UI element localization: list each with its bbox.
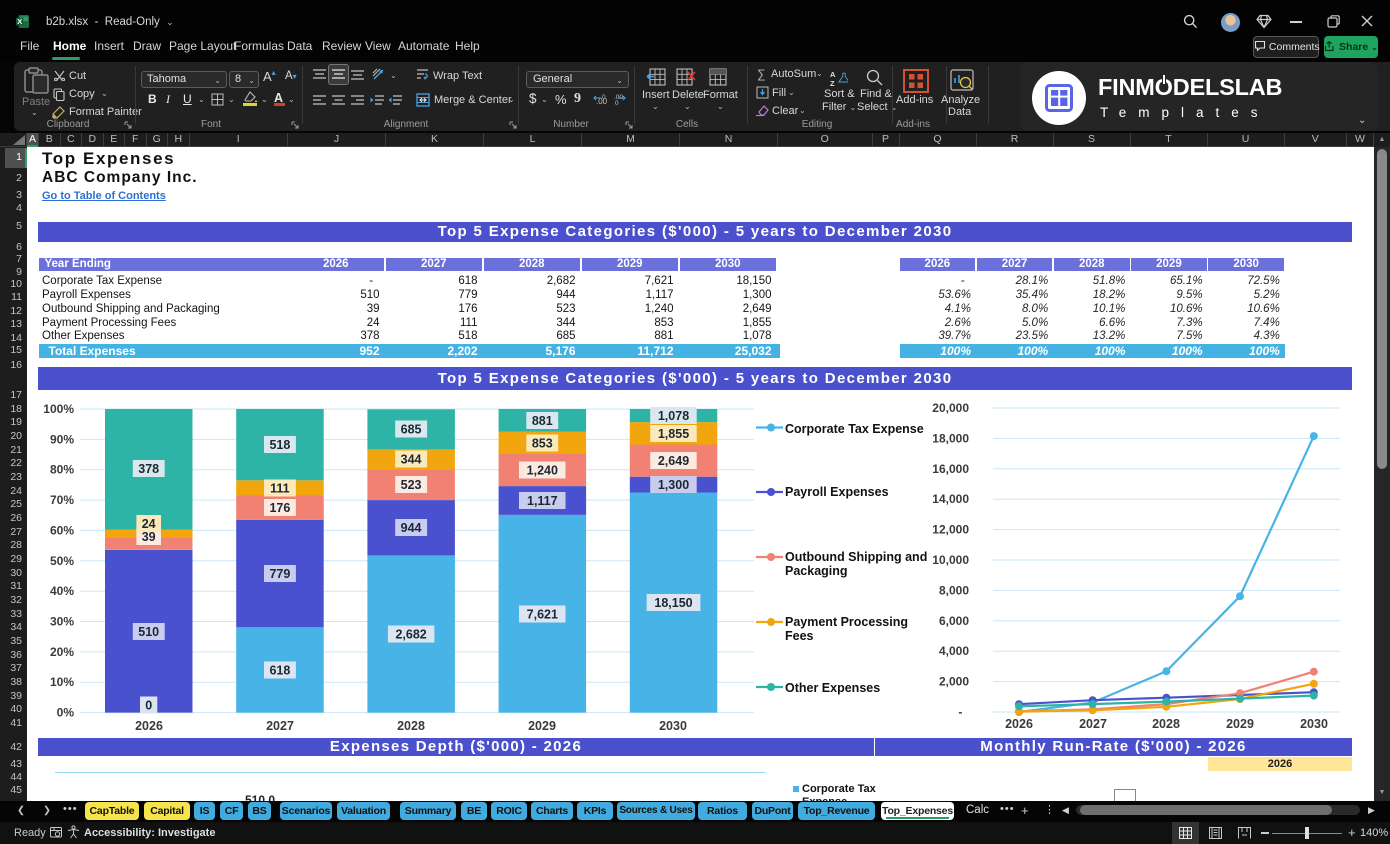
svg-text:111: 111	[270, 482, 290, 496]
svg-text:90%: 90%	[50, 432, 74, 446]
svg-text:1,240: 1,240	[527, 464, 558, 478]
svg-text:50%: 50%	[50, 554, 74, 568]
svg-text:2,649: 2,649	[658, 454, 689, 468]
svg-text:10,000: 10,000	[932, 553, 969, 567]
svg-text:2028: 2028	[397, 719, 425, 733]
svg-text:80%: 80%	[50, 463, 74, 477]
svg-text:853: 853	[532, 437, 553, 451]
svg-text:618: 618	[269, 664, 290, 678]
svg-text:7,621: 7,621	[527, 608, 558, 622]
svg-text:176: 176	[269, 501, 290, 515]
svg-text:20%: 20%	[50, 645, 74, 659]
svg-text:510: 510	[138, 625, 159, 639]
svg-text:0%: 0%	[57, 706, 75, 720]
svg-text:4,000: 4,000	[939, 644, 969, 658]
svg-text:16,000: 16,000	[932, 462, 969, 476]
svg-text:0: 0	[145, 699, 152, 713]
svg-text:2028: 2028	[1152, 717, 1180, 731]
svg-text:1,855: 1,855	[658, 427, 689, 441]
svg-text:2027: 2027	[1079, 717, 1107, 731]
svg-text:779: 779	[269, 567, 290, 581]
svg-text:523: 523	[401, 478, 422, 492]
svg-text:39: 39	[142, 530, 156, 544]
svg-text:18,150: 18,150	[654, 596, 692, 610]
svg-text:2026: 2026	[135, 719, 163, 733]
svg-text:2029: 2029	[528, 719, 556, 733]
svg-text:10%: 10%	[50, 675, 74, 689]
svg-text:344: 344	[401, 453, 422, 467]
svg-text:378: 378	[138, 462, 159, 476]
svg-text:70%: 70%	[50, 493, 74, 507]
svg-text:Z: Z	[830, 79, 835, 87]
svg-text:24: 24	[142, 517, 156, 531]
svg-text:2026: 2026	[1005, 717, 1033, 731]
svg-text:1,078: 1,078	[658, 409, 689, 423]
svg-text:14,000: 14,000	[932, 492, 969, 506]
svg-text:1,117: 1,117	[527, 494, 558, 508]
svg-text:12,000: 12,000	[932, 523, 969, 537]
svg-text:100%: 100%	[43, 402, 74, 416]
svg-text:2,000: 2,000	[939, 675, 969, 689]
svg-text:1,300: 1,300	[658, 478, 689, 492]
svg-text:2,682: 2,682	[395, 628, 426, 642]
svg-text:518: 518	[269, 438, 290, 452]
svg-text:X: X	[17, 17, 22, 26]
svg-text:A: A	[830, 70, 836, 79]
svg-text:2029: 2029	[1226, 717, 1254, 731]
svg-text:-: -	[958, 705, 969, 719]
svg-text:18,000: 18,000	[932, 431, 969, 445]
svg-text:0: 0	[602, 94, 606, 101]
svg-text:30%: 30%	[50, 615, 74, 629]
svg-text:20,000: 20,000	[932, 401, 969, 415]
svg-text:6,000: 6,000	[939, 614, 969, 628]
svg-text:60%: 60%	[50, 523, 74, 537]
svg-text:2027: 2027	[266, 719, 294, 733]
svg-text:881: 881	[532, 414, 553, 428]
svg-text:0: 0	[615, 100, 619, 106]
svg-text:2030: 2030	[659, 719, 687, 733]
svg-text:685: 685	[401, 423, 422, 437]
svg-text:944: 944	[401, 521, 422, 535]
svg-text:2030: 2030	[1300, 717, 1328, 731]
svg-text:40%: 40%	[50, 584, 74, 598]
svg-text:8,000: 8,000	[939, 583, 969, 597]
